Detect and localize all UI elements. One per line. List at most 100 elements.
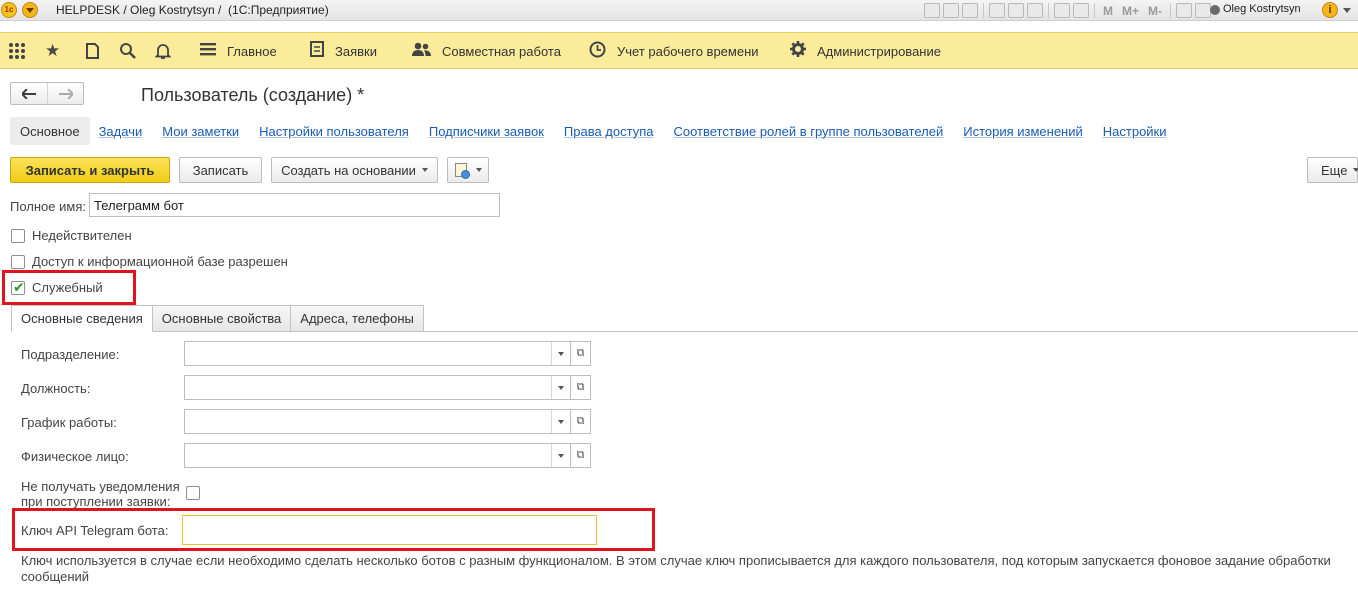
tab-change-history[interactable]: История изменений [963, 124, 1083, 139]
toolbar-separator [1170, 3, 1172, 18]
section-time-tracking-label: Учет рабочего времени [617, 44, 759, 59]
section-requests[interactable]: Заявки [310, 33, 377, 70]
notifications-bell-icon[interactable] [154, 42, 172, 62]
open-icon: ⧉ [576, 381, 585, 393]
search-icon[interactable] [119, 42, 136, 62]
zoom-icon[interactable] [1176, 3, 1193, 18]
current-user[interactable]: Oleg Kostrytsyn [1223, 3, 1301, 15]
app-logo-icon: 1с [1, 2, 17, 18]
person-label: Физическое лицо: [21, 449, 129, 464]
access-allowed-label: Доступ к информационной базе разрешен [32, 254, 288, 269]
tab-basic-info[interactable]: Основные сведения [11, 305, 153, 332]
memory-plus-button[interactable]: M+ [1119, 4, 1142, 18]
tab-user-settings[interactable]: Настройки пользователя [259, 124, 409, 139]
tab-role-mapping[interactable]: Соответствие ролей в группе пользователе… [673, 124, 943, 139]
chevron-down-icon[interactable] [551, 410, 570, 433]
apps-grid-icon[interactable] [8, 42, 26, 63]
tab-basic-properties[interactable]: Основные свойства [152, 305, 292, 332]
more-button-label: Еще [1321, 162, 1348, 178]
position-open-button[interactable]: ⧉ [571, 375, 591, 400]
window-toolbar: M M+ M- [924, 2, 1212, 19]
arrow-right-icon [58, 88, 73, 99]
section-main[interactable]: Главное [200, 33, 277, 70]
tab-access-rights[interactable]: Права доступа [564, 124, 654, 139]
access-allowed-checkbox[interactable] [11, 255, 25, 269]
section-collaboration-label: Совместная работа [442, 44, 561, 59]
tab-addresses-phones[interactable]: Адреса, телефоны [291, 305, 424, 332]
memory-button[interactable]: M [1100, 4, 1116, 18]
form-link-tabs: Основное Задачи Мои заметки Настройки по… [10, 117, 1167, 145]
more-button[interactable]: Еще [1307, 157, 1358, 183]
chevron-down-icon [421, 168, 428, 172]
link-icon[interactable] [1008, 3, 1024, 18]
title-bar: 1с HELPDESK / Oleg Kostrytsyn / (1С:Пред… [0, 0, 1358, 21]
position-label: Должность: [21, 381, 91, 396]
highlight-service-box [2, 270, 136, 305]
upload-icon[interactable] [989, 3, 1005, 18]
chevron-down-icon[interactable] [551, 444, 570, 467]
section-administration-label: Администрирование [817, 44, 941, 59]
tab-request-subscribers[interactable]: Подписчики заявок [429, 124, 544, 139]
tab-main[interactable]: Основное [10, 117, 90, 145]
section-administration[interactable]: Администрирование [790, 33, 941, 70]
chevron-down-icon [1353, 168, 1358, 172]
calculator-icon[interactable] [1054, 3, 1070, 18]
fullname-field[interactable]: Телеграмм бот [89, 193, 500, 217]
history-icon[interactable] [84, 42, 100, 63]
memory-minus-button[interactable]: M- [1145, 4, 1165, 18]
tab-tasks[interactable]: Задачи [99, 124, 143, 139]
arrow-left-icon [22, 88, 36, 99]
department-open-button[interactable]: ⧉ [571, 341, 591, 366]
chevron-down-icon[interactable] [551, 376, 570, 399]
report-icon [454, 163, 470, 179]
main-menu-button[interactable] [22, 2, 38, 18]
reports-button[interactable] [447, 157, 489, 183]
preview-icon[interactable] [962, 3, 978, 18]
calendar-icon[interactable] [1073, 3, 1089, 18]
favorites-star-icon[interactable]: ★ [45, 42, 60, 59]
create-based-on-button[interactable]: Создать на основании [271, 157, 438, 183]
tabs-divider [154, 331, 1358, 332]
schedule-label: График работы: [21, 415, 117, 430]
fullname-label: Полное имя: [10, 199, 86, 214]
tab-settings[interactable]: Настройки [1103, 124, 1167, 139]
schedule-open-button[interactable]: ⧉ [571, 409, 591, 434]
no-notify-label-line1: Не получать уведомления [21, 479, 180, 494]
no-notify-checkbox[interactable] [186, 486, 200, 500]
document-icon [310, 41, 324, 62]
toolbar-separator [1094, 3, 1095, 18]
section-time-tracking[interactable]: Учет рабочего времени [589, 33, 759, 70]
chevron-down-icon [475, 168, 482, 172]
window-title: HELPDESK / Oleg Kostrytsyn / (1С:Предпри… [56, 3, 329, 17]
department-field[interactable] [184, 341, 571, 366]
save-icon[interactable] [924, 3, 940, 18]
toolbar-separator [1048, 3, 1049, 18]
print-icon[interactable] [943, 3, 959, 18]
panel-icon[interactable] [1195, 3, 1212, 18]
toolbar-separator [983, 3, 984, 18]
schedule-field[interactable] [184, 409, 571, 434]
info-dropdown-icon[interactable] [1343, 8, 1351, 13]
invalid-label: Недействителен [32, 228, 132, 243]
invalid-checkbox[interactable] [11, 229, 25, 243]
api-key-hint: Ключ используется в случае если необходи… [21, 553, 1331, 584]
person-field[interactable] [184, 443, 571, 468]
gear-icon [790, 41, 806, 62]
mail-icon[interactable] [1027, 3, 1043, 18]
tab-my-notes[interactable]: Мои заметки [162, 124, 239, 139]
forward-button[interactable] [47, 83, 83, 104]
chevron-down-icon[interactable] [551, 342, 570, 365]
section-collaboration[interactable]: Совместная работа [412, 33, 561, 70]
user-icon [1210, 5, 1220, 15]
department-label: Подразделение: [21, 347, 120, 362]
person-open-button[interactable]: ⧉ [571, 443, 591, 468]
back-button[interactable] [11, 83, 47, 104]
navigation-buttons [10, 82, 84, 105]
position-field[interactable] [184, 375, 571, 400]
save-and-close-button[interactable]: Записать и закрыть [10, 157, 170, 183]
save-button[interactable]: Записать [179, 157, 262, 183]
info-icon[interactable]: i [1322, 2, 1338, 18]
users-icon [412, 42, 431, 62]
clock-icon [589, 41, 606, 63]
open-icon: ⧉ [576, 415, 585, 427]
